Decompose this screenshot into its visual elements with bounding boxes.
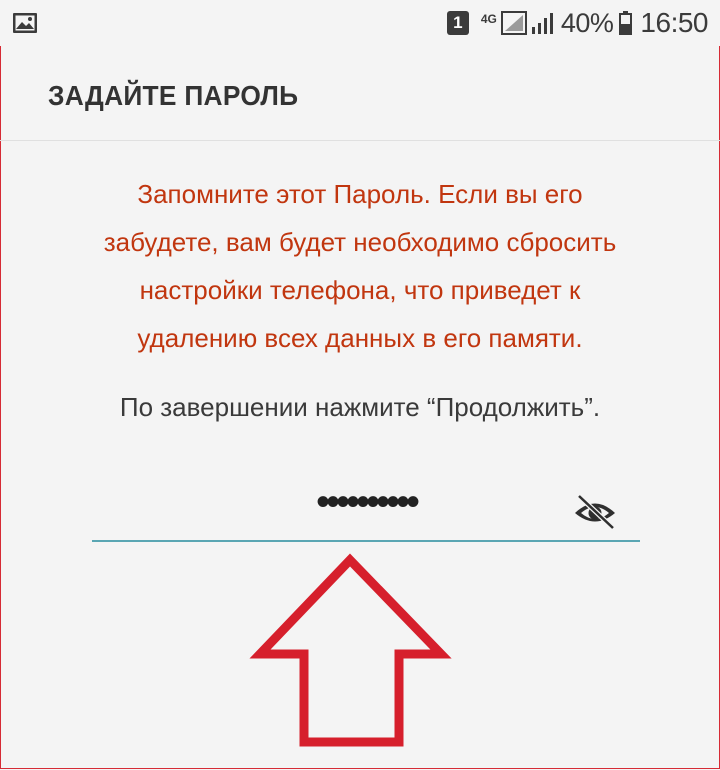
field-underline: [92, 540, 640, 542]
signal-icon: [500, 11, 527, 35]
instruction-text: По завершении нажмите “Продолжить”.: [119, 392, 601, 422]
gallery-icon: [13, 13, 37, 33]
warning-line: Запомните этот Пароль. Если вы его: [137, 179, 583, 209]
battery-icon: [619, 11, 633, 35]
warning-line: забудете, вам будет необходимо сбросить: [103, 227, 617, 257]
warning-line: настройки телефона, что приведет к: [139, 275, 581, 305]
screen-frame: [0, 0, 720, 769]
sim-badge: 1: [446, 11, 469, 35]
warning-text: Запомните этот Пароль. Если вы его забуд…: [40, 170, 680, 362]
password-value: ••••••••••: [315, 480, 420, 524]
header-divider: [0, 140, 720, 141]
page-title: ЗАДАЙТЕ ПАРОЛЬ: [48, 80, 299, 111]
battery-percent: 40%: [560, 8, 614, 38]
status-bar: 1 4G 40% 16:50: [0, 0, 720, 46]
network-type: 4G: [480, 12, 497, 26]
clock: 16:50: [640, 7, 708, 38]
password-input[interactable]: ••••••••••: [92, 480, 640, 542]
signal-bars-icon: [531, 13, 553, 34]
warning-line: удалению всех данных в его памяти.: [137, 323, 583, 353]
eye-off-icon[interactable]: [572, 492, 618, 530]
